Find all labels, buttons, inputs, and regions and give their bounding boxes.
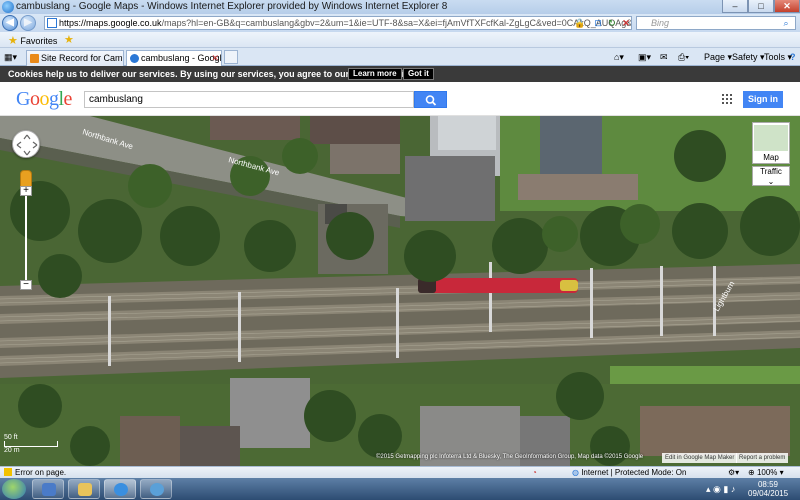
maps-search-button[interactable] bbox=[414, 91, 447, 108]
taskbar-explorer[interactable] bbox=[68, 479, 100, 499]
stop-icon[interactable]: ✕ bbox=[620, 17, 632, 29]
cookie-bar: Cookies help us to deliver our services.… bbox=[0, 66, 800, 82]
star-icon: ★ bbox=[8, 35, 18, 47]
edit-map-maker-link[interactable]: Edit in Google Map Maker bbox=[662, 453, 738, 463]
compatibility-icon[interactable]: ⊡ bbox=[592, 17, 604, 29]
map-layer-label: Map bbox=[763, 153, 779, 162]
system-clock[interactable]: 08:59 09/04/2015 bbox=[748, 480, 788, 498]
address-bar-row: ◀ ▶ https://maps.google.co.uk/maps?hl=en… bbox=[0, 14, 800, 32]
scale-metres: 20 m bbox=[4, 447, 20, 454]
tools-menu[interactable]: Tools ▾ bbox=[764, 52, 792, 63]
clock-date: 09/04/2015 bbox=[748, 489, 789, 498]
clock-time: 08:59 bbox=[757, 480, 779, 489]
scale-feet: 50 ft bbox=[4, 434, 18, 441]
new-tab-button[interactable] bbox=[224, 50, 238, 64]
taskbar-internet-explorer[interactable] bbox=[104, 479, 136, 499]
error-text: Error on page. bbox=[15, 468, 67, 477]
apps-grid-icon[interactable] bbox=[722, 94, 732, 104]
window-title: cambuslang - Google Maps - Windows Inter… bbox=[16, 1, 448, 12]
chevron-down-icon: ⌄ bbox=[767, 177, 775, 186]
page-menu[interactable]: Page ▾ bbox=[704, 52, 732, 63]
map-attribution: ©2015 Getmapping plc Infoterra Ltd & Blu… bbox=[376, 454, 644, 460]
mail-icon[interactable]: ✉ bbox=[660, 52, 668, 63]
map-scale: 50 ft 20 m bbox=[4, 434, 74, 454]
favorites-label: Favorites bbox=[20, 36, 58, 46]
sign-in-button[interactable]: Sign in bbox=[743, 91, 783, 108]
popup-blocker-icon[interactable]: ◔ bbox=[532, 467, 537, 478]
print-icon[interactable]: ⎙▾ bbox=[678, 52, 689, 63]
satellite-map[interactable]: Northbank Ave Northbank Ave Lightburn + … bbox=[0, 116, 800, 466]
refresh-icon[interactable]: ↻ bbox=[606, 17, 618, 29]
map-thumbnail bbox=[754, 125, 788, 151]
satellite-imagery: Northbank Ave Northbank Ave Lightburn bbox=[0, 116, 800, 466]
window-title-bar: cambuslang - Google Maps - Windows Inter… bbox=[0, 0, 800, 14]
url-path: /maps?hl=en-GB&q=cambuslang&gbv=2&um=1&i… bbox=[161, 18, 632, 28]
favorites-bar: ★ Favorites ★ bbox=[0, 32, 800, 48]
url-host: https://maps.google.co.uk bbox=[59, 18, 162, 28]
close-tab-icon[interactable]: ✕ bbox=[211, 51, 219, 65]
search-box[interactable]: Bing bbox=[636, 16, 796, 30]
taskbar: ▴ ◉ ▮ ♪ 08:59 09/04/2015 bbox=[0, 478, 800, 500]
home-icon[interactable]: ⌂▾ bbox=[614, 52, 624, 63]
status-bar: Error on page. ◔ ◍ Internet | Protected … bbox=[0, 466, 800, 478]
url-field[interactable]: https://maps.google.co.uk/maps?hl=en-GB&… bbox=[44, 16, 632, 30]
tab-google-maps[interactable]: cambuslang - Google ... ✕ bbox=[126, 50, 222, 66]
back-button[interactable]: ◀ bbox=[2, 15, 18, 31]
search-icon[interactable]: ⌕ bbox=[780, 17, 792, 29]
zoom-out-button[interactable]: − bbox=[20, 280, 32, 290]
tab-bar: ▦▾ Site Record for Cambuslan... cambusla… bbox=[0, 48, 800, 66]
start-button[interactable] bbox=[2, 479, 26, 499]
maps-search-input[interactable]: cambuslang bbox=[84, 91, 414, 108]
protected-mode-icon[interactable]: ⚙▾ bbox=[728, 467, 739, 478]
help-icon[interactable]: ? bbox=[790, 52, 796, 62]
traffic-layer-button[interactable]: Traffic ⌄ bbox=[752, 166, 790, 186]
tab-favicon bbox=[30, 54, 39, 63]
page-icon bbox=[47, 18, 57, 28]
add-favorite-icon[interactable]: ★ bbox=[64, 33, 74, 46]
minimize-button[interactable]: – bbox=[722, 0, 748, 13]
map-layer-button[interactable]: Map bbox=[752, 122, 790, 164]
report-problem-link[interactable]: Report a problem bbox=[736, 453, 789, 463]
traffic-layer-label: Traffic bbox=[760, 167, 782, 176]
close-window-button[interactable]: ✕ bbox=[774, 0, 800, 13]
ie-logo-icon bbox=[2, 1, 14, 13]
zoom-slider[interactable] bbox=[25, 196, 27, 282]
zone-text: Internet | Protected Mode: On bbox=[581, 468, 687, 477]
tab-label: cambuslang - Google ... bbox=[141, 53, 222, 63]
lock-icon[interactable]: 🔒 bbox=[574, 17, 586, 29]
tab-favicon bbox=[130, 54, 139, 63]
search-icon bbox=[425, 95, 437, 106]
warning-icon bbox=[4, 468, 12, 476]
pan-arrows-icon bbox=[16, 134, 38, 156]
learn-more-button[interactable]: Learn more bbox=[348, 68, 402, 80]
taskbar-app-switcher[interactable] bbox=[32, 479, 64, 499]
safety-menu[interactable]: Safety ▾ bbox=[732, 52, 765, 63]
quick-tabs-icon[interactable]: ▦▾ bbox=[4, 52, 17, 63]
error-status[interactable]: Error on page. bbox=[4, 467, 66, 478]
pan-control[interactable] bbox=[12, 130, 40, 158]
tray-icons[interactable]: ▴ ◉ ▮ ♪ bbox=[706, 484, 735, 495]
favorites-button[interactable]: ★ Favorites bbox=[8, 34, 57, 47]
zoom-icon: ⊕ bbox=[748, 468, 757, 477]
tab-label: Site Record for Cambuslan... bbox=[41, 53, 123, 63]
tab-site-record[interactable]: Site Record for Cambuslan... bbox=[26, 50, 124, 66]
got-it-button[interactable]: Got it bbox=[403, 68, 434, 80]
maximize-button[interactable]: □ bbox=[748, 0, 774, 13]
globe-icon: ◍ bbox=[572, 468, 582, 477]
zone-status: ◍ Internet | Protected Mode: On bbox=[572, 467, 686, 478]
zoom-text: 100% bbox=[756, 468, 778, 477]
taskbar-app[interactable] bbox=[140, 479, 172, 499]
zoom-level[interactable]: ⊕ 100% ▾ bbox=[748, 467, 784, 478]
google-header: Google cambuslang Sign in bbox=[0, 82, 800, 116]
forward-button[interactable]: ▶ bbox=[20, 15, 36, 31]
feeds-icon[interactable]: ▣▾ bbox=[638, 52, 651, 63]
google-logo[interactable]: Google bbox=[16, 88, 72, 111]
zoom-in-button[interactable]: + bbox=[20, 186, 32, 196]
